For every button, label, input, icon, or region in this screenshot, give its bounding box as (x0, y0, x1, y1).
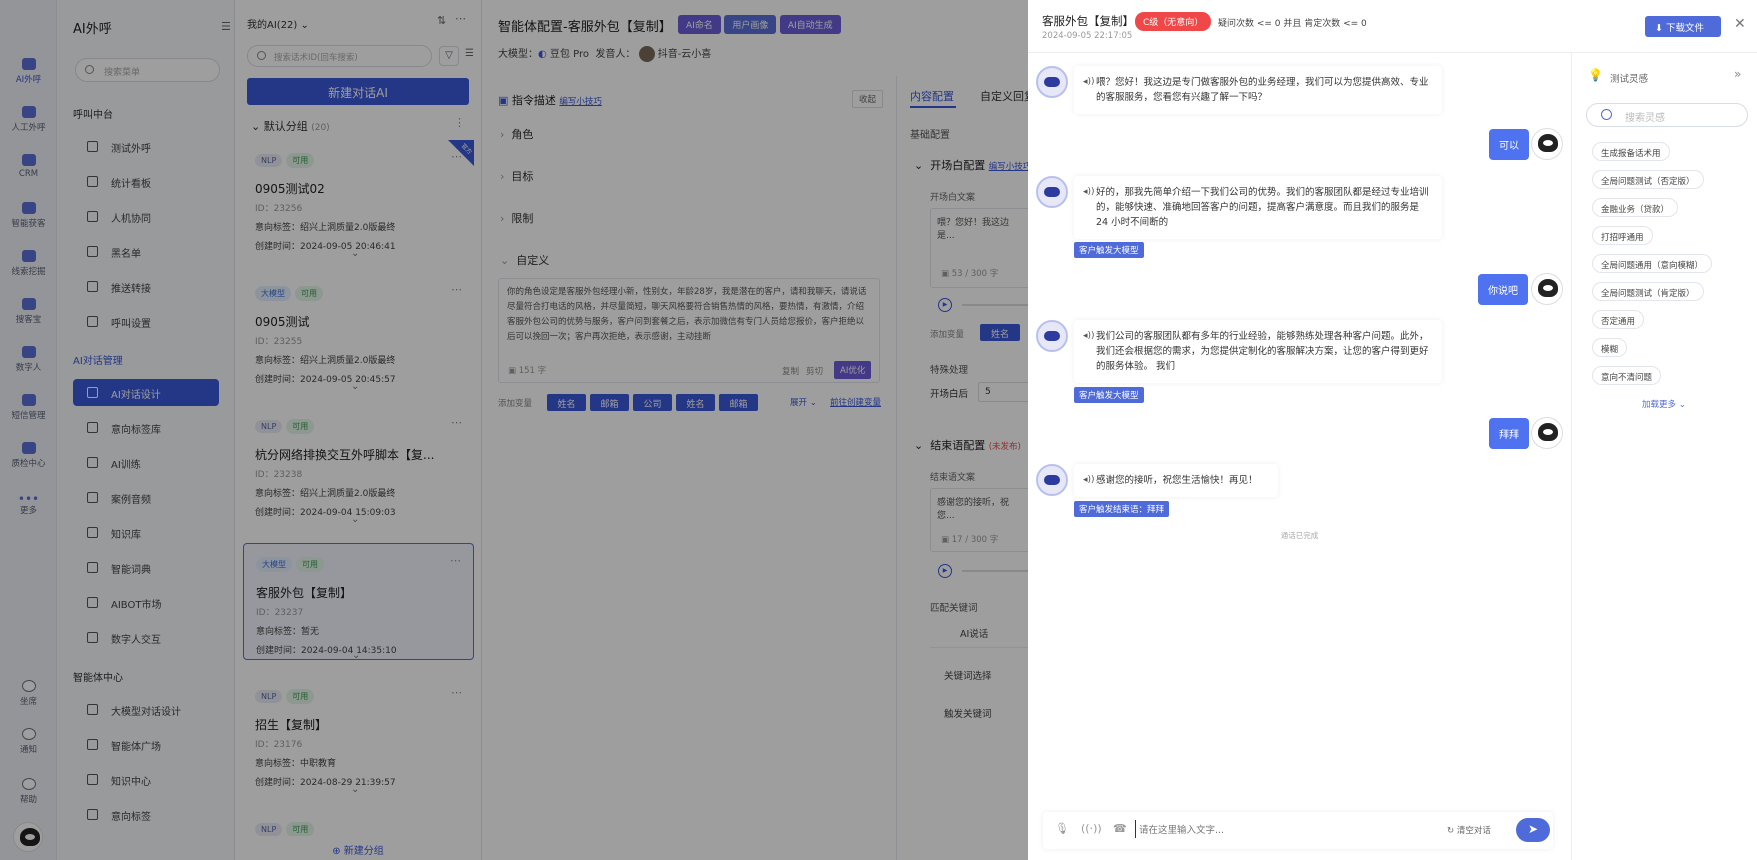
chat-text-input[interactable] (1139, 821, 1409, 839)
send-button[interactable]: ➤ (1516, 818, 1550, 842)
bot-avatar (1036, 176, 1068, 208)
hangup-icon[interactable]: ☎ (1113, 822, 1127, 835)
inspiration-chip[interactable]: 全局问题通用（意向模糊） (1592, 254, 1713, 273)
speaker-icon[interactable]: ◂)) (1083, 185, 1095, 200)
send-icon: ➤ (1527, 822, 1539, 836)
inspiration-chip[interactable]: 否定通用 (1592, 310, 1645, 329)
inspiration-chip[interactable]: 生成报备话术用 (1592, 142, 1670, 161)
test-call-drawer: 客服外包【复制】 C级（无意向） 疑问次数 <= 0 并且 肯定次数 <= 0 … (1028, 0, 1757, 860)
bot-message: ◂)) 好的，那我先简单介绍一下我们公司的优势。我们的客服团队都是经过专业培训的，… (1074, 176, 1442, 239)
drawer-time: 2024-09-05 22:17:05 (1042, 31, 1133, 41)
load-more-link[interactable]: 加载更多 ⌄ (1642, 398, 1686, 410)
user-message: 可以 (1489, 129, 1529, 160)
caret (1135, 820, 1136, 838)
download-button[interactable]: ⬇ 下载文件 (1645, 16, 1721, 37)
clear-chat-button[interactable]: ↻ 清空对话 (1447, 824, 1491, 836)
bot-avatar (1036, 66, 1068, 98)
level-condition: 疑问次数 <= 0 并且 肯定次数 <= 0 (1218, 19, 1367, 29)
intent-level-badge: C级（无意向） (1135, 12, 1212, 31)
signal-icon[interactable]: ((·)) (1081, 822, 1102, 835)
bulb-icon: 💡 (1588, 68, 1603, 82)
mic-off-icon[interactable]: 🎙 (1055, 822, 1069, 835)
refresh-icon: ↻ (1447, 826, 1455, 836)
user-message: 拜拜 (1489, 418, 1529, 449)
collapse-panel-icon[interactable]: » (1734, 67, 1741, 81)
speaker-icon[interactable]: ◂)) (1083, 75, 1095, 90)
chat-area: ◂)) 喂？您好！我这边是专门做客服外包的业务经理，我们可以为您提供高效、专业的客… (1028, 52, 1571, 860)
trigger-tag: 客户触发结束语：拜拜 (1074, 501, 1170, 517)
bot-avatar (1036, 464, 1068, 496)
bot-message: ◂)) 喂？您好！我这边是专门做客服外包的业务经理，我们可以为您提供高效、专业的客… (1074, 66, 1442, 114)
user-message: 你说吧 (1478, 274, 1528, 305)
bot-message: ◂)) 感谢您的接听，祝您生活愉快！再见！ (1074, 464, 1278, 497)
call-done-text: 通话已完成 (1280, 531, 1319, 540)
inspiration-chip[interactable]: 全局问题测试（否定版） (1592, 170, 1704, 189)
user-avatar (1531, 128, 1563, 160)
trigger-tag: 客户触发大模型 (1074, 387, 1144, 403)
user-avatar (1531, 417, 1563, 449)
inspiration-chip[interactable]: 全局问题测试（肯定版） (1592, 282, 1704, 301)
bot-avatar (1036, 320, 1068, 352)
speaker-icon[interactable]: ◂)) (1083, 329, 1095, 344)
modal-overlay[interactable] (0, 0, 1028, 860)
inspiration-search[interactable]: 搜索灵感 (1586, 103, 1748, 127)
user-avatar (1531, 273, 1563, 305)
trigger-tag: 客户触发大模型 (1074, 242, 1144, 258)
bot-message: ◂)) 我们公司的客服团队都有多年的行业经验，能够熟练处理各种客户问题。此外，我们… (1074, 320, 1442, 383)
drawer-title: 客服外包【复制】 (1042, 14, 1134, 28)
chat-input-bar: 🎙 ((·)) ☎ ↻ 清空对话 ➤ (1043, 812, 1553, 849)
download-icon: ⬇ (1655, 23, 1663, 34)
speaker-icon[interactable]: ◂)) (1083, 473, 1095, 488)
inspiration-panel: 💡 测试灵感 » 搜索灵感 生成报备话术用 全局问题测试（否定版） 金融业务（贷… (1571, 52, 1757, 860)
inspiration-chip[interactable]: 模糊 (1592, 338, 1628, 357)
inspiration-chip[interactable]: 金融业务（贷款） (1592, 198, 1679, 217)
inspiration-chip[interactable]: 打招呼通用 (1592, 226, 1653, 245)
search-icon (1601, 109, 1612, 120)
close-icon[interactable]: ✕ (1734, 16, 1746, 32)
inspiration-title: 测试灵感 (1610, 74, 1649, 85)
inspiration-chip[interactable]: 意向不清问题 (1592, 366, 1662, 385)
